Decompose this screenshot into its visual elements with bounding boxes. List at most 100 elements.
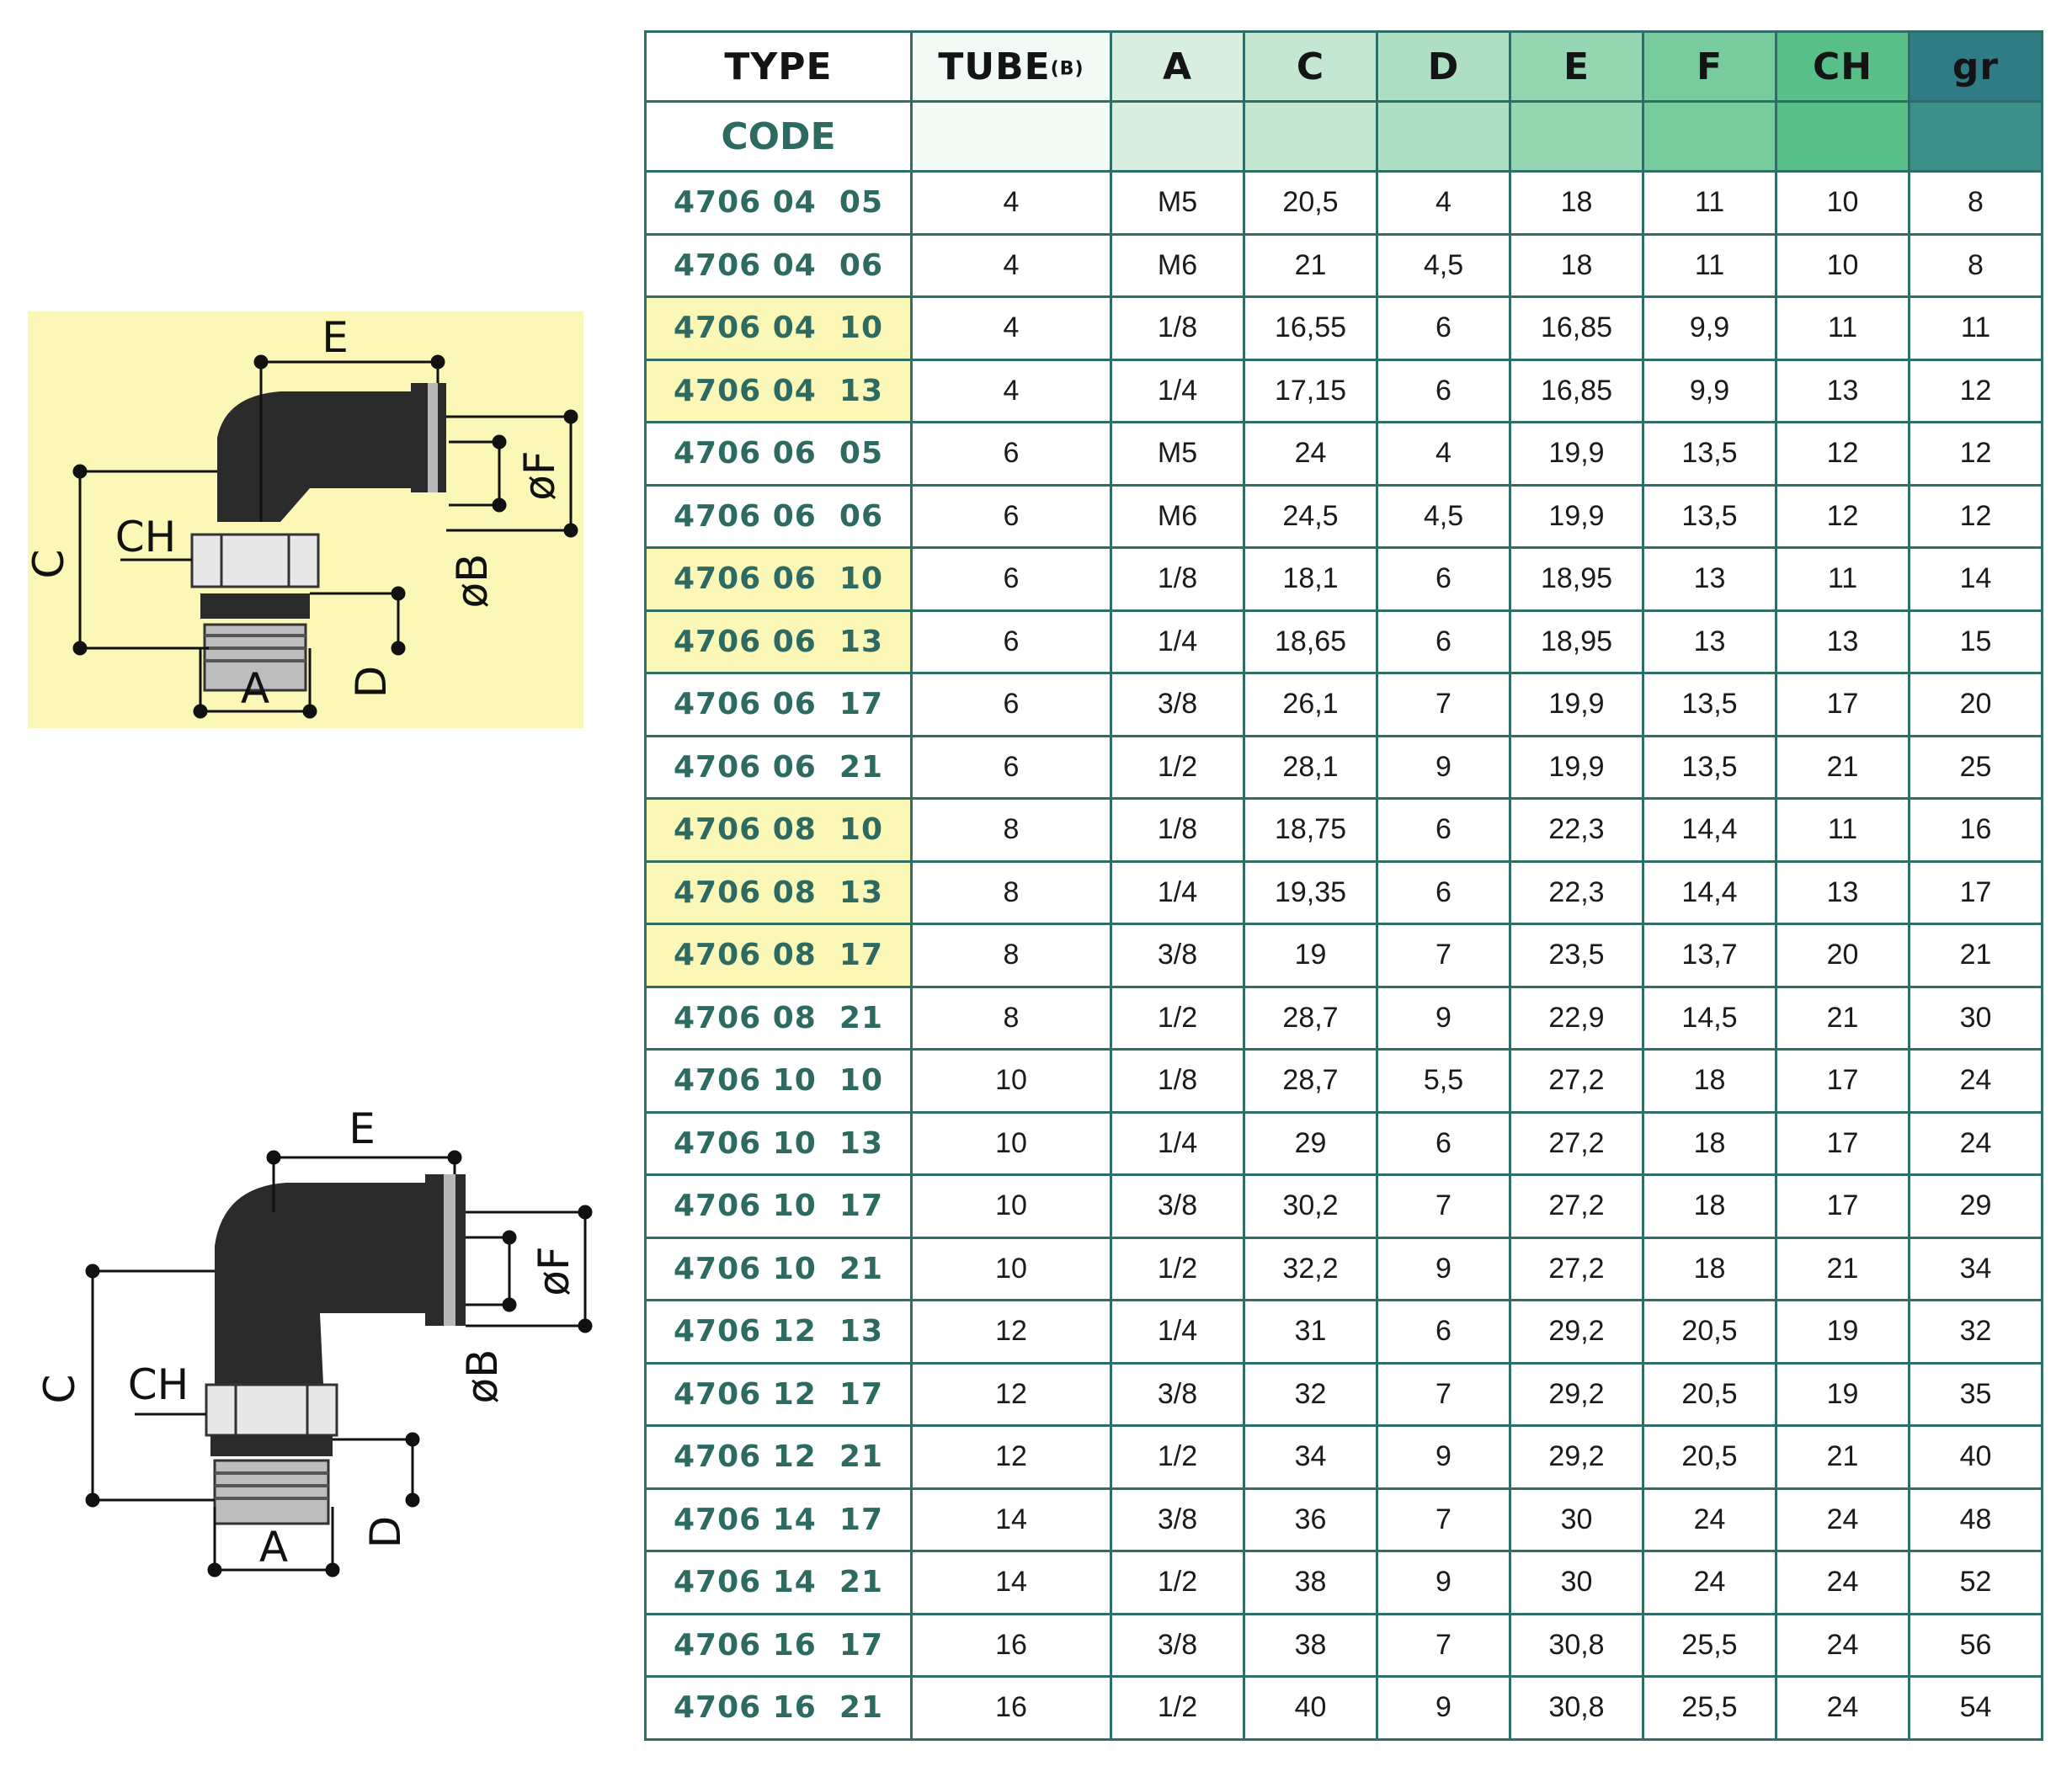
fitting-spec-table: TYPE TUBE(B) A C D E F CH gr CODE 4706 0… [644,30,2043,1741]
table-row: 4706 06 21 6 1/2 28,1 9 19,9 13,5 21 25 [644,734,2043,800]
cell-d: 6 [1376,609,1511,674]
label-a: A [241,664,269,713]
cell-f: 20,5 [1642,1361,1777,1427]
cell-f: 24 [1642,1487,1777,1552]
table-row: 4706 10 17 10 3/8 30,2 7 27,2 18 17 29 [644,1173,2043,1239]
cell-code: 4706 08 10 [644,797,913,863]
fitting-drawing-large: E C CH A D øB øF [34,1094,615,1599]
cell-d: 9 [1376,1424,1511,1490]
cell-e: 23,5 [1509,923,1644,988]
cell-code: 4706 10 10 [644,1048,913,1114]
cell-e: 29,2 [1509,1299,1644,1365]
header-tube-label: TUBE [938,45,1051,88]
cell-code: 4706 06 10 [644,546,913,612]
header-blank [1243,100,1378,173]
header-tube-sub: (B) [1050,58,1084,79]
cell-e: 27,2 [1509,1110,1644,1176]
cell-gr: 12 [1908,358,2043,423]
table-row: 4706 06 13 6 1/4 18,65 6 18,95 13 13 15 [644,609,2043,674]
cell-gr: 20 [1908,672,2043,737]
label-e: E [349,1104,376,1153]
cell-a: M5 [1110,421,1245,487]
cell-a: 1/4 [1110,859,1245,925]
cell-a: 1/8 [1110,295,1245,361]
table-row: 4706 08 21 8 1/2 28,7 9 22,9 14,5 21 30 [644,985,2043,1051]
cell-e: 30,8 [1509,1675,1644,1741]
table-row: 4706 06 17 6 3/8 26,1 7 19,9 13,5 17 20 [644,672,2043,737]
cell-ch: 21 [1775,1424,1910,1490]
cell-ch: 17 [1775,1173,1910,1239]
cell-c: 24,5 [1243,483,1378,549]
cell-f: 24 [1642,1550,1777,1615]
cell-e: 27,2 [1509,1236,1644,1301]
cell-c: 38 [1243,1550,1378,1615]
cell-tube: 8 [910,797,1112,863]
cell-a: 1/2 [1110,1236,1245,1301]
table-row: 4706 06 06 6 M6 24,5 4,5 19,9 13,5 12 12 [644,483,2043,549]
cell-ch: 17 [1775,672,1910,737]
cell-ch: 13 [1775,859,1910,925]
cell-c: 26,1 [1243,672,1378,737]
cell-e: 29,2 [1509,1424,1644,1490]
label-d: D [347,666,396,699]
table-row: 4706 12 13 12 1/4 31 6 29,2 20,5 19 32 [644,1299,2043,1365]
label-a: A [259,1523,288,1572]
cell-d: 6 [1376,295,1511,361]
cell-c: 40 [1243,1675,1378,1741]
cell-gr: 56 [1908,1612,2043,1678]
cell-tube: 16 [910,1675,1112,1741]
cell-d: 9 [1376,985,1511,1051]
header-c: C [1243,30,1378,103]
header-a: A [1110,30,1245,103]
cell-d: 6 [1376,859,1511,925]
cell-f: 11 [1642,232,1777,298]
cell-a: 1/4 [1110,1299,1245,1365]
cell-f: 20,5 [1642,1424,1777,1490]
cell-e: 27,2 [1509,1173,1644,1239]
cell-ch: 17 [1775,1048,1910,1114]
cell-ch: 17 [1775,1110,1910,1176]
cell-a: 3/8 [1110,1361,1245,1427]
header-f: F [1642,30,1777,103]
cell-tube: 10 [910,1173,1112,1239]
cell-d: 7 [1376,672,1511,737]
cell-ch: 21 [1775,1236,1910,1301]
cell-c: 18,65 [1243,609,1378,674]
table-row: 4706 04 13 4 1/4 17,15 6 16,85 9,9 13 12 [644,358,2043,423]
cell-tube: 6 [910,421,1112,487]
cell-code: 4706 10 21 [644,1236,913,1301]
cell-code: 4706 06 06 [644,483,913,549]
cell-ch: 11 [1775,546,1910,612]
cell-e: 18,95 [1509,609,1644,674]
cell-ch: 21 [1775,734,1910,800]
cell-a: M5 [1110,170,1245,236]
cell-tube: 16 [910,1612,1112,1678]
cell-tube: 6 [910,672,1112,737]
cell-e: 30,8 [1509,1612,1644,1678]
cell-ch: 24 [1775,1675,1910,1741]
cell-ch: 24 [1775,1612,1910,1678]
cell-e: 22,3 [1509,859,1644,925]
cell-code: 4706 04 10 [644,295,913,361]
cell-gr: 54 [1908,1675,2043,1741]
cell-gr: 8 [1908,232,2043,298]
cell-c: 18,1 [1243,546,1378,612]
cell-tube: 12 [910,1299,1112,1365]
cell-f: 9,9 [1642,358,1777,423]
table-row: 4706 12 17 12 3/8 32 7 29,2 20,5 19 35 [644,1361,2043,1427]
cell-ch: 10 [1775,232,1910,298]
cell-e: 19,9 [1509,672,1644,737]
cell-code: 4706 04 05 [644,170,913,236]
cell-e: 16,85 [1509,295,1644,361]
cell-gr: 32 [1908,1299,2043,1365]
cell-code: 4706 14 17 [644,1487,913,1552]
cell-a: 1/2 [1110,1675,1245,1741]
cell-ch: 21 [1775,985,1910,1051]
cell-c: 24 [1243,421,1378,487]
cell-ch: 11 [1775,295,1910,361]
cell-code: 4706 06 21 [644,734,913,800]
cell-tube: 4 [910,295,1112,361]
label-b: øB [458,1349,507,1404]
cell-code: 4706 16 17 [644,1612,913,1678]
cell-a: 1/2 [1110,734,1245,800]
